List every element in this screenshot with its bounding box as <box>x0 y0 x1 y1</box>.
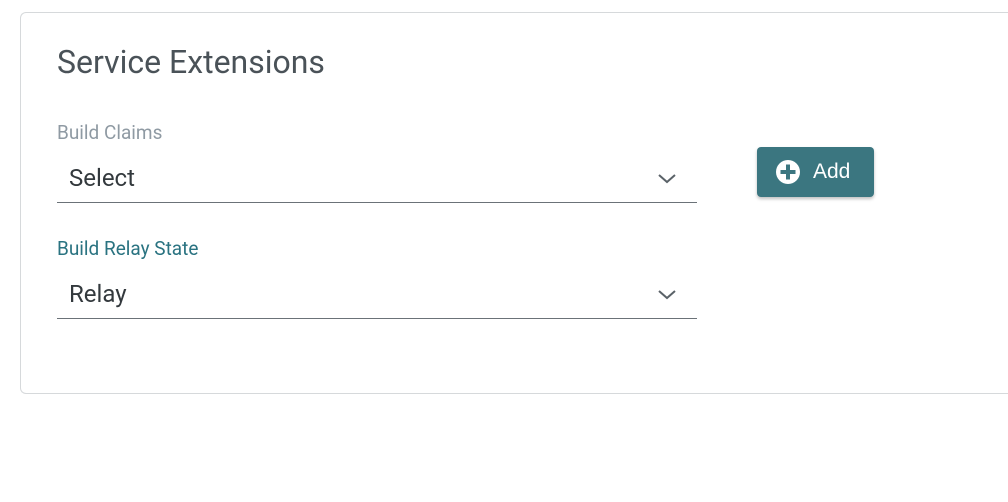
plus-circle-icon <box>775 159 801 185</box>
build-relay-state-label: Build Relay State <box>57 237 697 260</box>
build-claims-row: Build Claims Select Add <box>57 121 972 203</box>
build-relay-state-row: Build Relay State Relay <box>57 237 972 319</box>
add-button-label: Add <box>813 160 850 184</box>
panel-title: Service Extensions <box>57 43 972 81</box>
build-claims-label: Build Claims <box>57 121 697 144</box>
build-claims-select[interactable]: Select <box>57 158 697 203</box>
service-extensions-panel: Service Extensions Build Claims Select A… <box>20 12 1008 394</box>
build-relay-state-select[interactable]: Relay <box>57 274 697 319</box>
build-claims-field: Build Claims Select <box>57 121 697 203</box>
chevron-down-icon <box>657 288 677 300</box>
chevron-down-icon <box>657 172 677 184</box>
build-relay-state-field: Build Relay State Relay <box>57 237 697 319</box>
build-claims-value: Select <box>69 164 657 192</box>
add-button[interactable]: Add <box>757 147 874 197</box>
build-relay-state-value: Relay <box>69 280 657 308</box>
